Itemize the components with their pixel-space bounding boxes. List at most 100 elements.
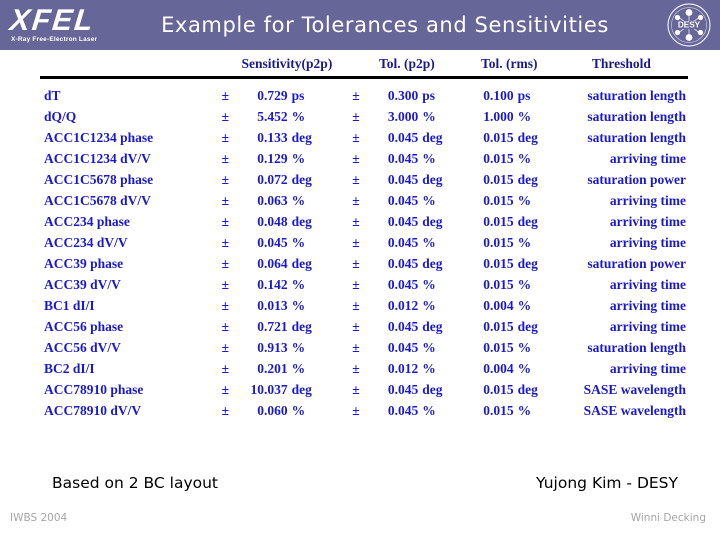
table-row: ACC234 phase ±0.048 deg ±0.045 deg 0.015 deg ar… bbox=[40, 211, 688, 232]
cell-tol-rms: 0.015 deg bbox=[483, 214, 538, 229]
cell-tol-p2p: ±0.045 deg bbox=[352, 256, 443, 271]
cell-parameter: ACC56 phase bbox=[44, 319, 124, 334]
cell-tol-p2p: ±0.045% bbox=[352, 277, 436, 292]
table-row: dT ±0.729 ps ±0.300 ps 0.100 ps saturation leng… bbox=[40, 78, 688, 107]
cell-parameter: ACC1C1234 phase bbox=[44, 130, 154, 145]
cell-tol-p2p: ±0.045% bbox=[352, 340, 436, 355]
table-row: BC1 dI/I ±0.013% ±0.012% 0.004% arriving tim… bbox=[40, 295, 688, 316]
cell-tol-p2p: ±0.012% bbox=[352, 361, 436, 376]
table-row: ACC1C1234 phase ±0.133 deg ±0.045 deg 0.015 de… bbox=[40, 127, 688, 148]
table-row: ACC78910 phase ±10.037 deg ±0.045 deg 0.015 de… bbox=[40, 379, 688, 400]
column-header-threshold: Threshold bbox=[591, 56, 651, 71]
footer-layout-note: Based on 2 BC layout bbox=[52, 474, 219, 492]
table-row: ACC39 phase ±0.064 deg ±0.045 deg 0.015 deg sat… bbox=[40, 253, 688, 274]
table-row: ACC56 dV/V ±0.913% ±0.045% 0.015% saturation… bbox=[40, 337, 688, 358]
cell-parameter: dT bbox=[44, 88, 61, 103]
cell-sensitivity-p2p: ±0.133 deg bbox=[221, 130, 312, 145]
cell-parameter: ACC39 dV/V bbox=[44, 277, 121, 292]
cell-tol-rms: 0.015 deg bbox=[483, 382, 538, 397]
cell-parameter: BC1 dI/I bbox=[44, 298, 95, 313]
cell-parameter: ACC78910 dV/V bbox=[44, 403, 142, 418]
cell-tol-rms: 0.015% bbox=[483, 235, 532, 250]
cell-tol-p2p: ±0.045 deg bbox=[352, 130, 443, 145]
desy-logo: DESY bbox=[666, 2, 712, 48]
cell-parameter: ACC1C5678 phase bbox=[44, 172, 154, 187]
cell-parameter: ACC39 phase bbox=[44, 256, 124, 271]
table-row: ACC78910 dV/V ±0.060% ±0.045% 0.015% SASE wa… bbox=[40, 400, 688, 421]
cell-sensitivity-p2p: ±10.037 deg bbox=[221, 382, 312, 397]
cell-tol-rms: 0.015% bbox=[483, 151, 532, 166]
cell-parameter: ACC78910 phase bbox=[44, 382, 144, 397]
cell-threshold: SASE wavelength bbox=[583, 382, 686, 397]
column-header-tol-rms: Tol. (rms) bbox=[480, 56, 538, 71]
cell-parameter: dQ/Q bbox=[44, 109, 77, 124]
cell-tol-rms: 0.015 deg bbox=[483, 172, 538, 187]
cell-threshold: SASE wavelength bbox=[583, 403, 686, 418]
cell-parameter: ACC234 phase bbox=[44, 214, 130, 229]
cell-tol-rms: 0.015% bbox=[483, 193, 532, 208]
table-row: ACC56 phase ±0.721 deg ±0.045 deg 0.015 deg arr… bbox=[40, 316, 688, 337]
cell-sensitivity-p2p: ±0.721 deg bbox=[221, 319, 312, 334]
table-row: ACC39 dV/V ±0.142% ±0.045% 0.015% arriving t… bbox=[40, 274, 688, 295]
cell-tol-p2p: ±0.045 deg bbox=[352, 172, 443, 187]
column-header-parameter bbox=[40, 56, 222, 78]
cell-tol-p2p: ±0.045 deg bbox=[352, 214, 443, 229]
cell-sensitivity-p2p: ±0.142% bbox=[221, 277, 306, 292]
cell-tol-p2p: ±0.045 deg bbox=[352, 319, 443, 334]
cell-sensitivity-p2p: ±0.063% bbox=[221, 193, 306, 208]
cell-threshold: arriving time bbox=[609, 277, 686, 292]
cell-tol-p2p: ±0.045 deg bbox=[352, 382, 443, 397]
cell-threshold: arriving time bbox=[609, 151, 686, 166]
cell-threshold: saturation power bbox=[587, 256, 686, 271]
cell-threshold: arriving time bbox=[609, 361, 686, 376]
cell-threshold: saturation length bbox=[587, 340, 686, 355]
cell-threshold: arriving time bbox=[609, 319, 686, 334]
cell-parameter: BC2 dI/I bbox=[44, 361, 95, 376]
column-header-tol-p2p: Tol. (p2p) bbox=[379, 56, 435, 71]
cell-parameter: ACC1C5678 dV/V bbox=[44, 193, 151, 208]
cell-threshold: saturation length bbox=[587, 130, 686, 145]
cell-tol-rms: 1.000% bbox=[483, 109, 532, 124]
cell-sensitivity-p2p: ±0.064 deg bbox=[221, 256, 312, 271]
cell-tol-rms: 0.015 deg bbox=[483, 256, 538, 271]
cell-sensitivity-p2p: ±0.060% bbox=[221, 403, 306, 418]
table-row: ACC1C1234 dV/V ±0.129% ±0.045% 0.015% arrivi… bbox=[40, 148, 688, 169]
table-header: Sensitivity(p2p) Tol. (p2p) Tol. (rms) T… bbox=[40, 56, 688, 78]
desy-logo-wordmark: DESY bbox=[678, 21, 701, 30]
footer-author: Yujong Kim - DESY bbox=[536, 474, 678, 492]
cell-tol-rms: 0.015 deg bbox=[483, 130, 538, 145]
footer-credit: Winni Decking bbox=[630, 512, 706, 524]
table-row: dQ/Q ±5.452% ±3.000% 1.000% saturation lengt… bbox=[40, 106, 688, 127]
cell-sensitivity-p2p: ±0.072 deg bbox=[221, 172, 312, 187]
cell-sensitivity-p2p: ±0.048 deg bbox=[221, 214, 312, 229]
table-row: ACC1C5678 dV/V ±0.063% ±0.045% 0.015% arrivi… bbox=[40, 190, 688, 211]
cell-tol-p2p: ±3.000% bbox=[352, 109, 436, 124]
table-row: ACC1C5678 phase ±0.072 deg ±0.045 deg 0.015 de… bbox=[40, 169, 688, 190]
cell-tol-p2p: ±0.012% bbox=[352, 298, 436, 313]
cell-sensitivity-p2p: ±0.201% bbox=[221, 361, 306, 376]
cell-sensitivity-p2p: ±0.129% bbox=[221, 151, 306, 166]
cell-tol-rms: 0.015% bbox=[483, 403, 532, 418]
cell-threshold: arriving time bbox=[609, 214, 686, 229]
cell-parameter: ACC1C1234 dV/V bbox=[44, 151, 151, 166]
footer-conference: IWBS 2004 bbox=[10, 512, 68, 524]
cell-sensitivity-p2p: ±0.729 ps bbox=[221, 88, 305, 103]
cell-tol-p2p: ±0.045% bbox=[352, 151, 436, 166]
cell-threshold: saturation length bbox=[587, 88, 686, 103]
table-body: dT ±0.729 ps ±0.300 ps 0.100 ps saturation leng… bbox=[40, 78, 688, 422]
table-row: ACC234 dV/V ±0.045% ±0.045% 0.015% arriving … bbox=[40, 232, 688, 253]
cell-threshold: arriving time bbox=[609, 193, 686, 208]
cell-sensitivity-p2p: ±0.913% bbox=[221, 340, 306, 355]
table-header-row: Sensitivity(p2p) Tol. (p2p) Tol. (rms) T… bbox=[40, 56, 688, 78]
cell-threshold: saturation power bbox=[587, 172, 686, 187]
cell-threshold: arriving time bbox=[609, 235, 686, 250]
cell-tol-rms: 0.100 ps bbox=[483, 88, 531, 103]
cell-tol-rms: 0.004% bbox=[483, 361, 532, 376]
cell-sensitivity-p2p: ±5.452% bbox=[221, 109, 306, 124]
slide-header-bar: XFEL X-Ray Free-Electron Laser Example f… bbox=[0, 0, 720, 50]
cell-sensitivity-p2p: ±0.013% bbox=[221, 298, 306, 313]
column-header-sensitivity-p2p: Sensitivity(p2p) bbox=[241, 56, 333, 71]
xfel-logo-wordmark: XFEL bbox=[8, 3, 97, 37]
cell-tol-rms: 0.015% bbox=[483, 277, 532, 292]
cell-threshold: arriving time bbox=[609, 298, 686, 313]
